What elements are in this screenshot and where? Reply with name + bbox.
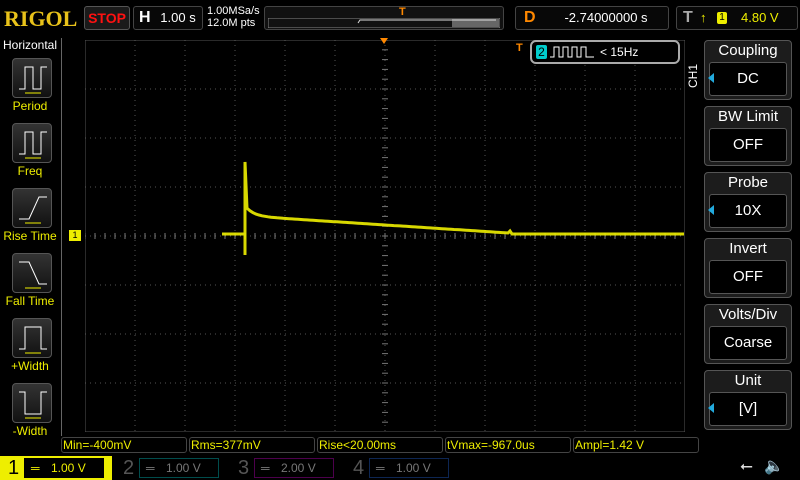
measurement-item[interactable]: Min=-400mV xyxy=(61,437,187,453)
measure-fall-time-button[interactable] xyxy=(12,253,52,293)
menu-title: BW Limit xyxy=(718,108,778,125)
menu-title: Horizontal xyxy=(2,38,58,52)
divider xyxy=(61,38,62,436)
delay-label: D xyxy=(524,9,536,26)
timebase-box[interactable]: H 1.00 s xyxy=(133,6,203,30)
menu-coupling[interactable]: Coupling DC xyxy=(704,40,792,100)
sample-rate: 1.00MSa/s xyxy=(207,5,260,17)
delay-box[interactable]: D -2.74000000 s xyxy=(515,6,669,30)
selector-arrow-icon xyxy=(708,403,714,413)
measure-label: Freq xyxy=(17,164,43,178)
channel-4-tab[interactable]: 4 ═ 1.00 V xyxy=(345,456,457,480)
measure-5-icon xyxy=(19,391,47,419)
channel-number: 4 xyxy=(353,457,365,479)
measure-3-icon xyxy=(19,261,47,289)
memory-overview[interactable]: T xyxy=(264,6,504,30)
ch2-frequency-display: 2 < 15Hz xyxy=(530,40,680,64)
measurement-item[interactable]: tVmax=-967.0us xyxy=(445,437,571,453)
dc-coupling-icon: ═ xyxy=(261,461,270,475)
trigger-box[interactable]: T ↑ 1 4.80 V xyxy=(676,6,798,30)
measure-label: -Width xyxy=(12,424,48,438)
measure-period-button[interactable] xyxy=(12,58,52,98)
trigger-position-marker: T xyxy=(399,6,406,18)
measure-label: Rise Time xyxy=(3,229,57,243)
acquisition-info: 1.00MSa/s 12.0M pts xyxy=(207,5,260,29)
menu-value: OFF xyxy=(709,260,787,294)
delay-value: -2.74000000 s xyxy=(564,10,648,25)
channel-number: 3 xyxy=(238,457,250,479)
channel-scale: 2.00 V xyxy=(281,461,316,475)
menu-value: 10X xyxy=(709,194,787,228)
menu-bw-limit[interactable]: BW Limit OFF xyxy=(704,106,792,166)
timebase-value: 1.00 s xyxy=(160,10,196,25)
trigger-icon: T xyxy=(516,42,523,54)
menu-unit[interactable]: Unit [V] xyxy=(704,370,792,430)
menu-title: Volts/Div xyxy=(718,306,778,323)
measure-label: Fall Time xyxy=(5,294,55,308)
channel-3-tab[interactable]: 3 ═ 2.00 V xyxy=(230,456,342,480)
rigol-logo: RIGOL xyxy=(4,6,78,31)
menu-value: [V] xyxy=(709,392,787,426)
rising-edge-icon: ↑ xyxy=(700,10,707,25)
usb-icon: ⭠ xyxy=(740,458,753,475)
speaker-muted-icon[interactable]: 🔈 xyxy=(764,456,784,476)
dc-coupling-icon: ═ xyxy=(31,461,40,475)
channel-number: 2 xyxy=(123,457,135,479)
channel-scale: 1.00 V xyxy=(166,461,201,475)
ch2-badge: 2 xyxy=(536,45,547,59)
menu-title: Coupling xyxy=(718,42,778,59)
waveform-grid xyxy=(85,40,685,432)
menu-value: Coarse xyxy=(709,326,787,360)
channel-number: 1 xyxy=(8,457,20,479)
channel-label: CH1 xyxy=(686,63,700,88)
measurement-item[interactable]: Rms=377mV xyxy=(189,437,315,453)
menu-value: OFF xyxy=(709,128,787,162)
channel-scale: 1.00 V xyxy=(51,461,86,475)
trigger-time-marker[interactable] xyxy=(380,38,388,44)
trigger-source: 1 xyxy=(717,12,727,24)
measurement-item[interactable]: Rise<20.00ms xyxy=(317,437,443,453)
memory-depth: 12.0M pts xyxy=(207,17,256,29)
menu-volts-div[interactable]: Volts/Div Coarse xyxy=(704,304,792,364)
ch1-trace xyxy=(222,161,684,255)
measure-0-icon xyxy=(19,66,47,94)
selector-arrow-icon xyxy=(708,205,714,215)
h-label: H xyxy=(139,9,151,26)
trigger-label: T xyxy=(683,9,693,26)
measure-2-icon xyxy=(19,196,47,224)
measure-1-icon xyxy=(19,131,47,159)
measurement-item[interactable]: Ampl=1.42 V xyxy=(573,437,699,453)
measure--width-button[interactable] xyxy=(12,383,52,423)
menu-title: Probe xyxy=(727,174,769,191)
menu-title: Unit xyxy=(734,372,762,389)
measure-label: +Width xyxy=(11,359,49,373)
channel-2-tab[interactable]: 2 ═ 1.00 V xyxy=(115,456,227,480)
measure--width-button[interactable] xyxy=(12,318,52,358)
waveform-overview xyxy=(268,18,500,28)
menu-invert[interactable]: Invert OFF xyxy=(704,238,792,298)
menu-value: DC xyxy=(709,62,787,96)
menu-title: Invert xyxy=(729,240,767,257)
measure-rise-time-button[interactable] xyxy=(12,188,52,228)
trigger-level: 4.80 V xyxy=(741,10,779,25)
run-stop-status[interactable]: STOP xyxy=(84,6,130,30)
measure-label: Period xyxy=(12,99,48,113)
dc-coupling-icon: ═ xyxy=(376,461,385,475)
dc-coupling-icon: ═ xyxy=(146,461,155,475)
menu-probe[interactable]: Probe 10X xyxy=(704,172,792,232)
channel-scale: 1.00 V xyxy=(396,461,431,475)
ch2-frequency: < 15Hz xyxy=(600,45,639,59)
selector-arrow-icon xyxy=(708,73,714,83)
ch1-offset-marker[interactable]: 1 xyxy=(69,230,81,241)
measure-freq-button[interactable] xyxy=(12,123,52,163)
measure-4-icon xyxy=(19,326,47,354)
channel-1-tab[interactable]: 1 ═ 1.00 V xyxy=(0,456,112,480)
square-wave-icon xyxy=(550,46,594,58)
